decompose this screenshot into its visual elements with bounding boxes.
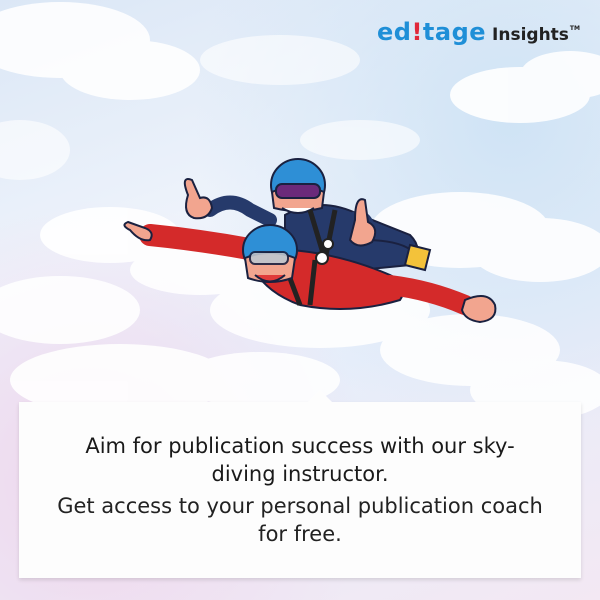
editage-insights-logo[interactable]: ed!tage InsightsTM <box>377 18 580 46</box>
caption-box: Aim for publication success with our sky… <box>19 390 581 578</box>
logo-wordmark: ed!tage <box>376 18 487 46</box>
logo-suffix: InsightsTM <box>492 25 580 45</box>
subline-text: Get access to your personal publication … <box>57 494 543 546</box>
ad-canvas: ed!tage InsightsTM Aim for publication s… <box>0 0 600 600</box>
tandem-skydivers-illustration <box>123 158 497 324</box>
headline-text: Aim for publication success with our sky… <box>85 434 515 486</box>
